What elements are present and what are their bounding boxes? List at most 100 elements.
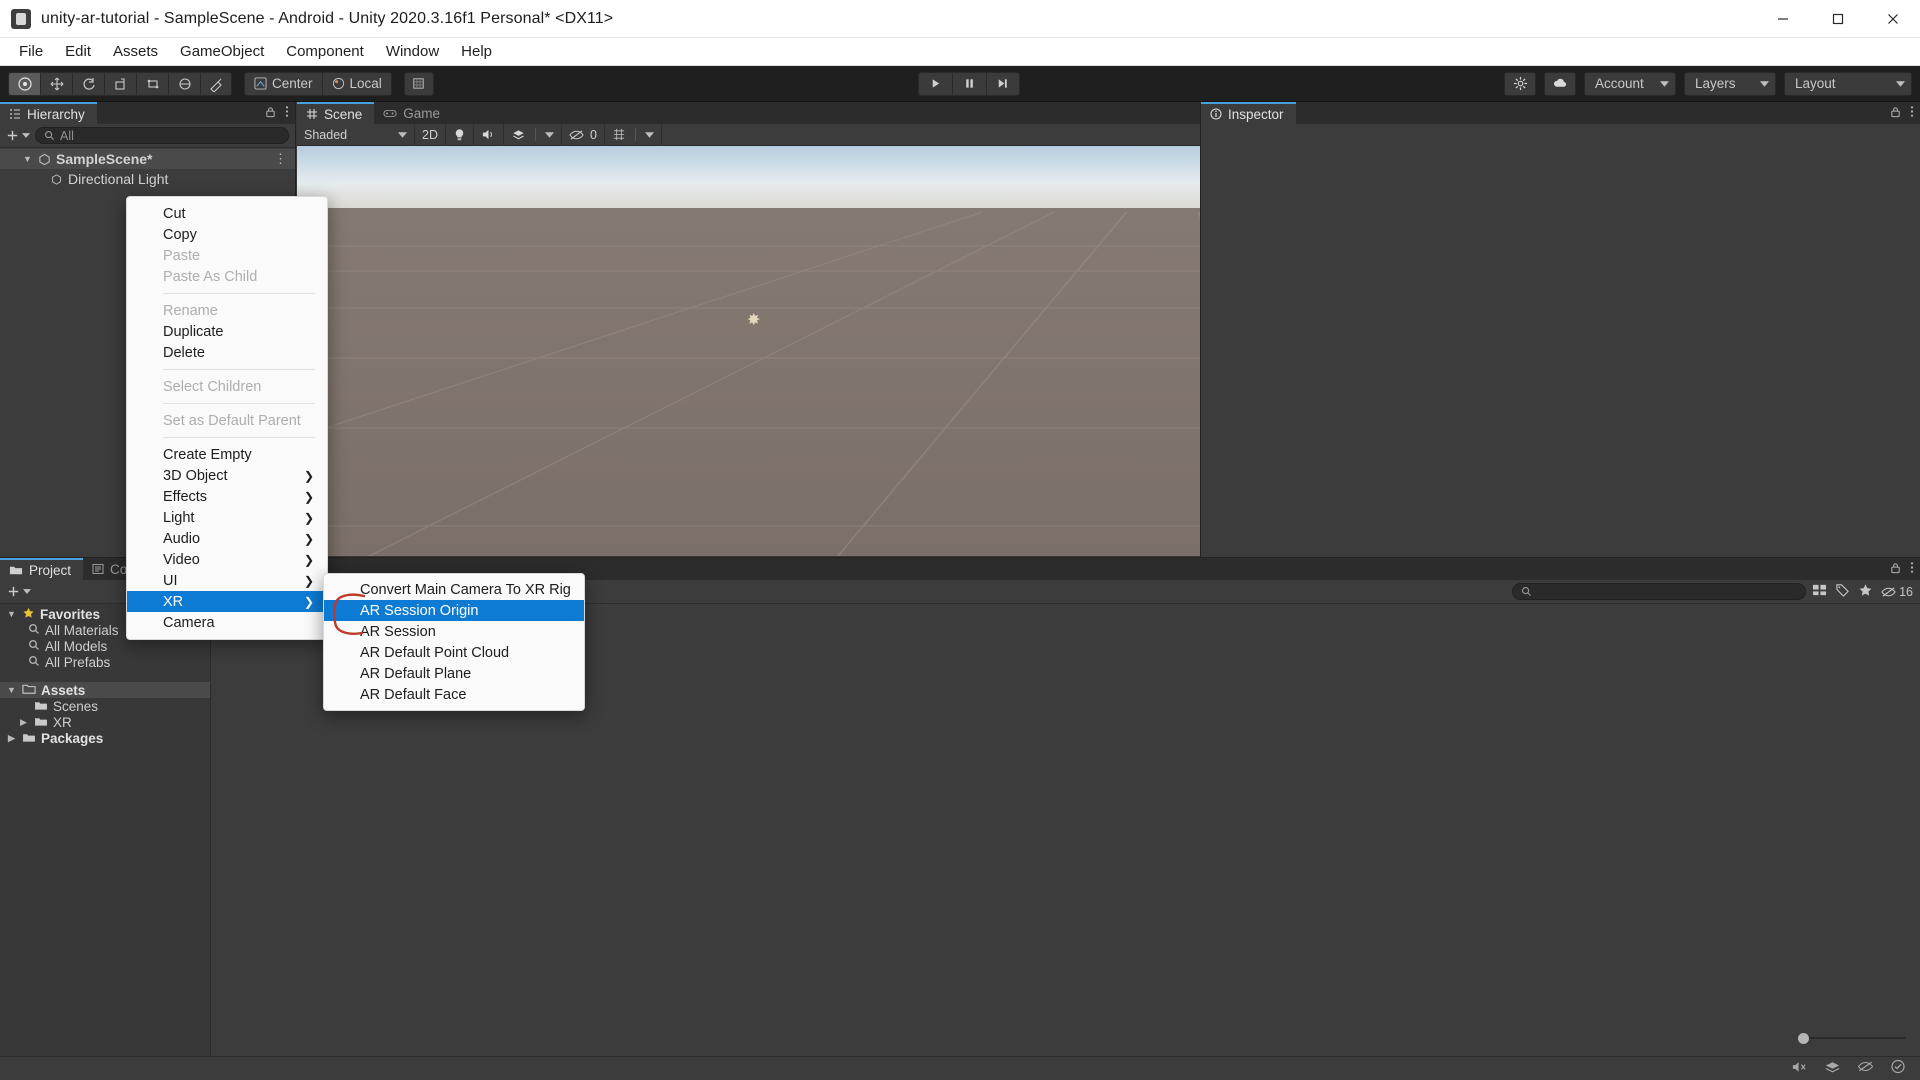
menu-help[interactable]: Help [450, 40, 503, 63]
project-add-button[interactable] [7, 585, 31, 598]
chevron-right-icon: ❯ [303, 489, 314, 504]
context-item-audio[interactable]: Audio ❯ [127, 528, 327, 549]
hierarchy-item-samplescene[interactable]: ▼ SampleScene* ⋮ [0, 149, 295, 169]
cloud-icon[interactable] [1544, 71, 1576, 96]
lightbulb-icon[interactable] [446, 123, 474, 146]
lock-icon[interactable] [265, 105, 276, 122]
project-tree-all-prefabs[interactable]: All Prefabs [0, 654, 210, 670]
step-icon[interactable] [985, 71, 1020, 96]
collab-icon[interactable] [1504, 71, 1536, 96]
minimize-icon[interactable] [1755, 0, 1810, 38]
xr-item-ar-session[interactable]: AR Session [324, 621, 584, 642]
xr-item-ar-default-point-cloud[interactable]: AR Default Point Cloud [324, 642, 584, 663]
menu-component[interactable]: Component [275, 40, 375, 63]
layout-button[interactable]: Layout [1784, 71, 1912, 96]
search-icon [28, 639, 40, 654]
lock-icon[interactable] [1890, 561, 1901, 578]
rect-tool-icon[interactable] [136, 71, 168, 96]
transform-tool-icon[interactable] [168, 71, 200, 96]
scene-menu-icon[interactable]: ⋮ [274, 151, 287, 167]
expand-triangle-icon[interactable]: ▼ [6, 685, 17, 695]
project-tree-all-models[interactable]: All Models [0, 638, 210, 654]
zoom-slider-knob[interactable] [1798, 1032, 1809, 1044]
context-item-light[interactable]: Light ❯ [127, 507, 327, 528]
custom-tool-icon[interactable] [200, 71, 232, 96]
tab-hierarchy[interactable]: Hierarchy [0, 102, 97, 124]
grid-visibility-dropdown[interactable] [605, 123, 662, 146]
grid-snap-icon[interactable] [403, 71, 434, 96]
xr-item-convert-main-camera-to-xr-rig[interactable]: Convert Main Camera To XR Rig [324, 579, 584, 600]
collapse-triangle-icon[interactable]: ▶ [18, 717, 29, 728]
context-item-cut[interactable]: Cut [127, 203, 327, 224]
menu-edit[interactable]: Edit [54, 40, 102, 63]
project-hidden-count[interactable]: 16 [1881, 585, 1913, 599]
context-item-effects[interactable]: Effects ❯ [127, 486, 327, 507]
lock-icon[interactable] [1890, 105, 1901, 122]
tab-project[interactable]: Project [0, 558, 84, 580]
filter-type-icon[interactable] [1812, 583, 1827, 600]
eye-status-icon[interactable] [1857, 1060, 1874, 1077]
toggle-2d-button[interactable]: 2D [415, 123, 446, 146]
tab-inspector[interactable]: Inspector [1201, 102, 1296, 124]
project-zoom-slider[interactable] [1798, 1032, 1906, 1044]
hand-tool-icon[interactable] [8, 71, 40, 96]
play-icon[interactable] [917, 71, 952, 96]
panel-menu-icon[interactable] [1910, 561, 1914, 578]
tab-game[interactable]: Game [374, 102, 453, 124]
menu-window[interactable]: Window [375, 40, 450, 63]
directional-light-gizmo[interactable]: ✸ [747, 310, 760, 330]
context-item-duplicate[interactable]: Duplicate [127, 321, 327, 342]
menu-assets[interactable]: Assets [102, 40, 169, 63]
hierarchy-add-button[interactable] [6, 129, 30, 142]
speaker-icon[interactable] [474, 123, 504, 146]
hierarchy-tab-icons [265, 105, 289, 122]
context-item-3d-object[interactable]: 3D Object ❯ [127, 465, 327, 486]
hierarchy-search-input[interactable]: All [35, 127, 289, 144]
menu-file[interactable]: File [8, 40, 54, 63]
project-tree-assets[interactable]: ▼ Assets [0, 682, 210, 698]
xr-item-ar-session-origin[interactable]: AR Session Origin [324, 600, 584, 621]
layout-label: Layout [1795, 76, 1836, 91]
expand-triangle-icon[interactable]: ▼ [22, 154, 33, 164]
collapse-triangle-icon[interactable]: ▶ [6, 733, 17, 744]
context-item-rename: Rename [163, 302, 218, 319]
project-tree-label: Scenes [53, 698, 99, 714]
close-icon[interactable] [1865, 0, 1920, 38]
project-tree-packages[interactable]: ▶ Packages [0, 730, 210, 746]
context-item-delete[interactable]: Delete [127, 342, 327, 363]
xr-item-ar-default-plane[interactable]: AR Default Plane [324, 663, 584, 684]
mute-audio-icon[interactable] [1791, 1060, 1808, 1078]
hidden-objects-toggle[interactable]: 0 [562, 123, 605, 146]
filter-label-icon[interactable] [1835, 583, 1850, 600]
panel-menu-icon[interactable] [1910, 105, 1914, 122]
move-tool-icon[interactable] [40, 71, 72, 96]
account-button[interactable]: Account [1584, 71, 1676, 96]
expand-triangle-icon[interactable]: ▼ [6, 609, 17, 619]
project-tree-xr[interactable]: ▶ XR [0, 714, 210, 730]
handle-space-button[interactable]: Local [321, 71, 392, 96]
check-status-icon[interactable] [1890, 1059, 1906, 1078]
context-item-copy[interactable]: Copy [127, 224, 327, 245]
effects-dropdown[interactable] [504, 123, 562, 146]
pause-icon[interactable] [951, 71, 986, 96]
hierarchy-item-directional-light[interactable]: Directional Light [0, 169, 295, 189]
project-tree-scenes[interactable]: Scenes [0, 698, 210, 714]
maximize-icon[interactable] [1810, 0, 1865, 38]
pivot-center-button[interactable]: Center [244, 71, 322, 96]
layers-button[interactable]: Layers [1684, 71, 1776, 96]
project-search-input[interactable] [1512, 583, 1807, 600]
context-item-create-empty[interactable]: Create Empty [127, 444, 327, 465]
filter-favorite-icon[interactable] [1858, 583, 1873, 600]
context-item-xr[interactable]: XR ❯ [127, 591, 327, 612]
context-item-ui[interactable]: UI ❯ [127, 570, 327, 591]
tab-scene[interactable]: Scene [297, 102, 375, 124]
layers-status-icon[interactable] [1824, 1060, 1841, 1078]
draw-mode-dropdown[interactable]: Shaded [297, 123, 415, 146]
panel-menu-icon[interactable] [285, 105, 289, 122]
scale-tool-icon[interactable] [104, 71, 136, 96]
xr-item-ar-default-face[interactable]: AR Default Face [324, 684, 584, 705]
menu-gameobject[interactable]: GameObject [169, 40, 275, 63]
context-item-video[interactable]: Video ❯ [127, 549, 327, 570]
context-item-camera[interactable]: Camera [127, 612, 327, 633]
rotate-tool-icon[interactable] [72, 71, 104, 96]
